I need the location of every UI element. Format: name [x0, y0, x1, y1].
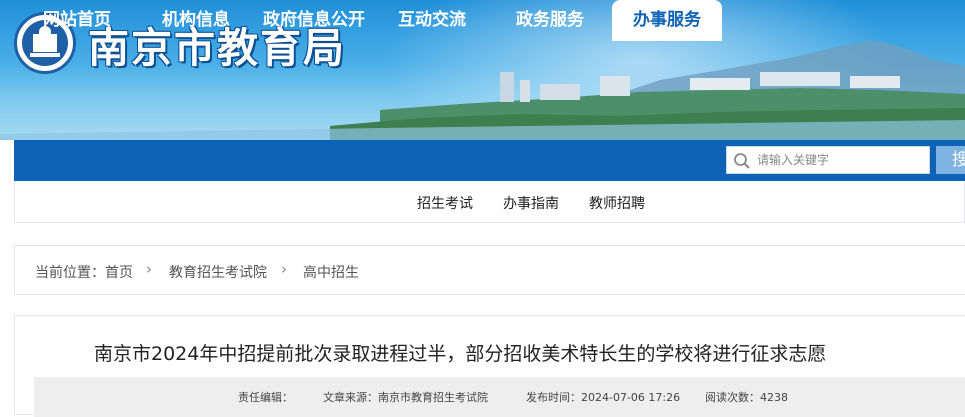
search-box [726, 146, 930, 174]
subnav-item-recruitment[interactable]: 教师招聘 [589, 193, 645, 213]
breadcrumb-high-school[interactable]: 高中招生 [303, 262, 359, 282]
article-source: 文章来源：南京市教育招生考试院 [323, 391, 488, 404]
nav-item-services[interactable]: 办事服务 [612, 0, 722, 41]
nav-item-home[interactable]: 网站首页 [14, 0, 140, 41]
breadcrumb-prefix: 当前位置： [35, 265, 105, 281]
nav-item-organization[interactable]: 机构信息 [140, 0, 252, 41]
subnav-item-guide[interactable]: 办事指南 [503, 193, 559, 213]
search-button[interactable]: 搜 [936, 146, 965, 174]
nav-item-interaction[interactable]: 互动交流 [376, 0, 488, 41]
article-title: 南京市2024年中招提前批次录取进程过半，部分招收美术特长生的学校将进行征求志愿 [94, 343, 827, 365]
search-icon [734, 153, 750, 169]
sub-nav [14, 181, 965, 223]
article-editor: 责任编辑： [238, 391, 293, 404]
subnav-item-exams[interactable]: 招生考试 [417, 193, 473, 213]
search-input[interactable] [757, 149, 927, 171]
article-views: 阅读次数：4238 [705, 391, 788, 404]
chevron-right-icon: › [146, 260, 152, 278]
breadcrumb-home[interactable]: 首页 [105, 262, 133, 282]
chevron-right-icon: › [281, 260, 287, 278]
nav-item-gov-info[interactable]: 政府信息公开 [252, 0, 376, 41]
breadcrumb [14, 245, 965, 295]
breadcrumb-exam-institute[interactable]: 教育招生考试院 [169, 262, 267, 282]
article-meta-bar [34, 377, 965, 417]
article-publish-time: 发布时间：2024-07-06 17:26 [526, 391, 681, 404]
nav-item-gov-services[interactable]: 政务服务 [490, 0, 610, 41]
